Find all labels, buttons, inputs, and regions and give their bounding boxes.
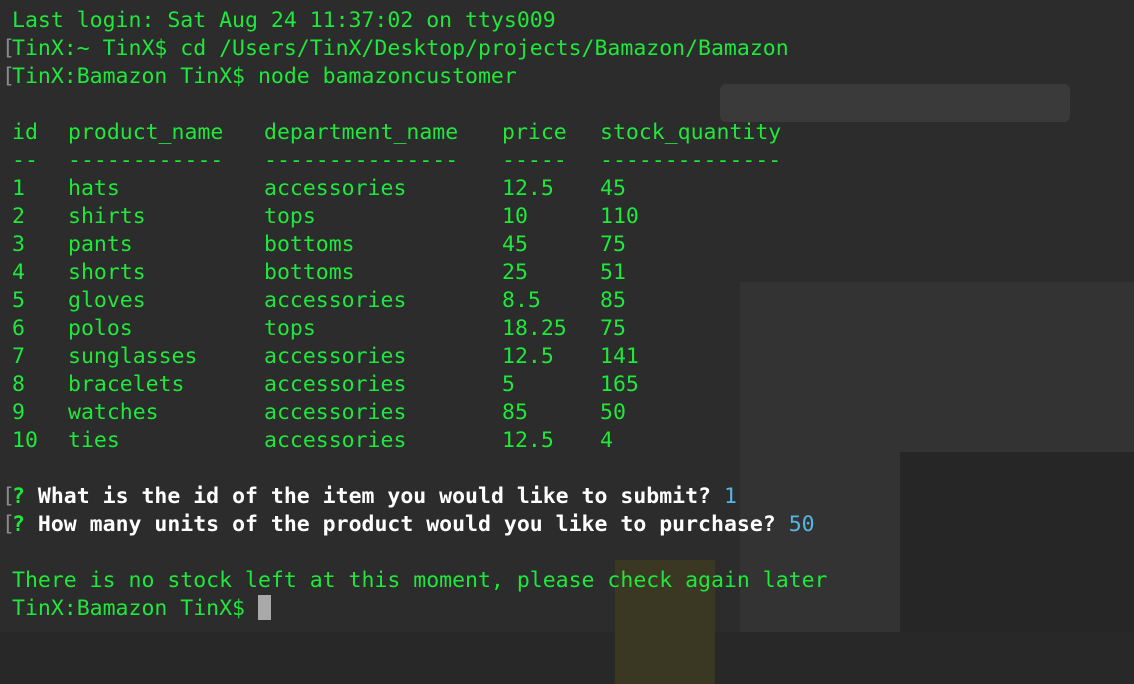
cell-stock: 75	[600, 232, 626, 257]
column-header: id	[12, 120, 38, 145]
cell-stock: 4	[600, 428, 613, 453]
products-table: id product_name department_name price st…	[0, 119, 1134, 455]
last-login-line: Last login: Sat Aug 24 11:37:02 on ttys0…	[12, 8, 556, 33]
answer-value: 1	[723, 484, 737, 509]
table-row: 9 watches accessories 85 50	[12, 399, 800, 427]
cell-id: 2	[12, 204, 25, 229]
cell-price: 10	[502, 204, 528, 229]
column-header: product_name	[68, 120, 224, 145]
cell-department: bottoms	[264, 232, 355, 257]
cell-product-name: shorts	[68, 260, 146, 285]
cell-product-name: hats	[68, 176, 120, 201]
column-header: price	[502, 120, 567, 145]
table-row: 1 hats accessories 12.5 45	[12, 175, 800, 203]
cell-product-name: bracelets	[68, 372, 185, 397]
cell-id: 8	[12, 372, 25, 397]
cell-price: 5	[502, 372, 515, 397]
command-line-node: [TinX:Bamazon TinX$ node bamazoncustomer	[2, 64, 517, 89]
question-quantity: [? How many units of the product would y…	[0, 511, 1134, 539]
cell-id: 5	[12, 288, 25, 313]
column-header: department_name	[264, 120, 459, 145]
cell-price: 85	[502, 400, 528, 425]
cell-product-name: ties	[68, 428, 120, 453]
table-row: 4 shorts bottoms 25 51	[12, 259, 800, 287]
cell-price: 12.5	[502, 428, 554, 453]
question-text: How many units of the product would you …	[37, 512, 776, 537]
table-row: 6 polos tops 18.25 75	[12, 315, 800, 343]
table-row: 3 pants bottoms 45 75	[12, 231, 800, 259]
cell-id: 10	[12, 428, 38, 453]
cell-stock: 75	[600, 316, 626, 341]
question-text: What is the id of the item you would lik…	[37, 484, 711, 509]
column-divider: ---------------	[264, 148, 459, 173]
cell-id: 3	[12, 232, 25, 257]
cell-department: tops	[264, 316, 316, 341]
stock-message: There is no stock left at this moment, p…	[12, 568, 828, 593]
cell-department: accessories	[264, 176, 407, 201]
table-row: 7 sunglasses accessories 12.5 141	[12, 343, 800, 371]
question-item-id: [? What is the id of the item you would …	[0, 483, 1134, 511]
cell-product-name: sunglasses	[68, 344, 198, 369]
text-cursor[interactable]	[257, 595, 271, 620]
column-divider: --------------	[600, 148, 782, 173]
cell-product-name: watches	[68, 400, 159, 425]
cell-stock: 50	[600, 400, 626, 425]
cell-department: accessories	[264, 288, 407, 313]
cell-stock: 45	[600, 176, 626, 201]
cell-department: accessories	[264, 344, 407, 369]
cell-price: 12.5	[502, 344, 554, 369]
cell-product-name: shirts	[68, 204, 146, 229]
cell-id: 9	[12, 400, 25, 425]
command-line-cd: [TinX:~ TinX$ cd /Users/TinX/Desktop/pro…	[2, 36, 789, 61]
cell-id: 7	[12, 344, 25, 369]
column-divider: ------------	[68, 148, 224, 173]
cell-department: accessories	[264, 428, 407, 453]
cell-department: accessories	[264, 400, 407, 425]
column-divider: --	[12, 148, 38, 173]
column-divider: -----	[502, 148, 567, 173]
column-header: stock_quantity	[600, 120, 782, 145]
prompt-text: TinX:Bamazon TinX$	[12, 596, 245, 621]
cell-stock: 141	[600, 344, 639, 369]
cell-stock: 85	[600, 288, 626, 313]
cell-price: 8.5	[502, 288, 541, 313]
terminal-window[interactable]: Last login: Sat Aug 24 11:37:02 on ttys0…	[0, 0, 1134, 684]
cell-department: tops	[264, 204, 316, 229]
table-row: 8 bracelets accessories 5 165	[12, 371, 800, 399]
cell-price: 18.25	[502, 316, 567, 341]
cell-id: 6	[12, 316, 25, 341]
cell-stock: 51	[600, 260, 626, 285]
table-divider-row: -- ------------ --------------- ----- --…	[12, 147, 800, 175]
cell-stock: 165	[600, 372, 639, 397]
cell-price: 45	[502, 232, 528, 257]
cell-id: 1	[12, 176, 25, 201]
background-ghost	[0, 632, 1134, 684]
cell-product-name: gloves	[68, 288, 146, 313]
table-header-row: id product_name department_name price st…	[12, 119, 800, 147]
answer-value: 50	[788, 512, 815, 537]
cell-product-name: pants	[68, 232, 133, 257]
line-marker: [	[2, 64, 15, 89]
cell-department: accessories	[264, 372, 407, 397]
cell-department: bottoms	[264, 260, 355, 285]
cell-product-name: polos	[68, 316, 133, 341]
cell-price: 25	[502, 260, 528, 285]
cell-price: 12.5	[502, 176, 554, 201]
table-row: 2 shirts tops 10 110	[12, 203, 800, 231]
line-marker: [	[2, 512, 15, 537]
shell-prompt[interactable]: TinX:Bamazon TinX$	[0, 595, 1134, 623]
terminal-output: Last login: Sat Aug 24 11:37:02 on ttys0…	[0, 7, 1134, 623]
table-row: 10 ties accessories 12.5 4	[12, 427, 800, 455]
line-marker: [	[2, 484, 15, 509]
cell-id: 4	[12, 260, 25, 285]
line-marker: [	[2, 36, 15, 61]
cell-stock: 110	[600, 204, 639, 229]
table-row: 5 gloves accessories 8.5 85	[12, 287, 800, 315]
